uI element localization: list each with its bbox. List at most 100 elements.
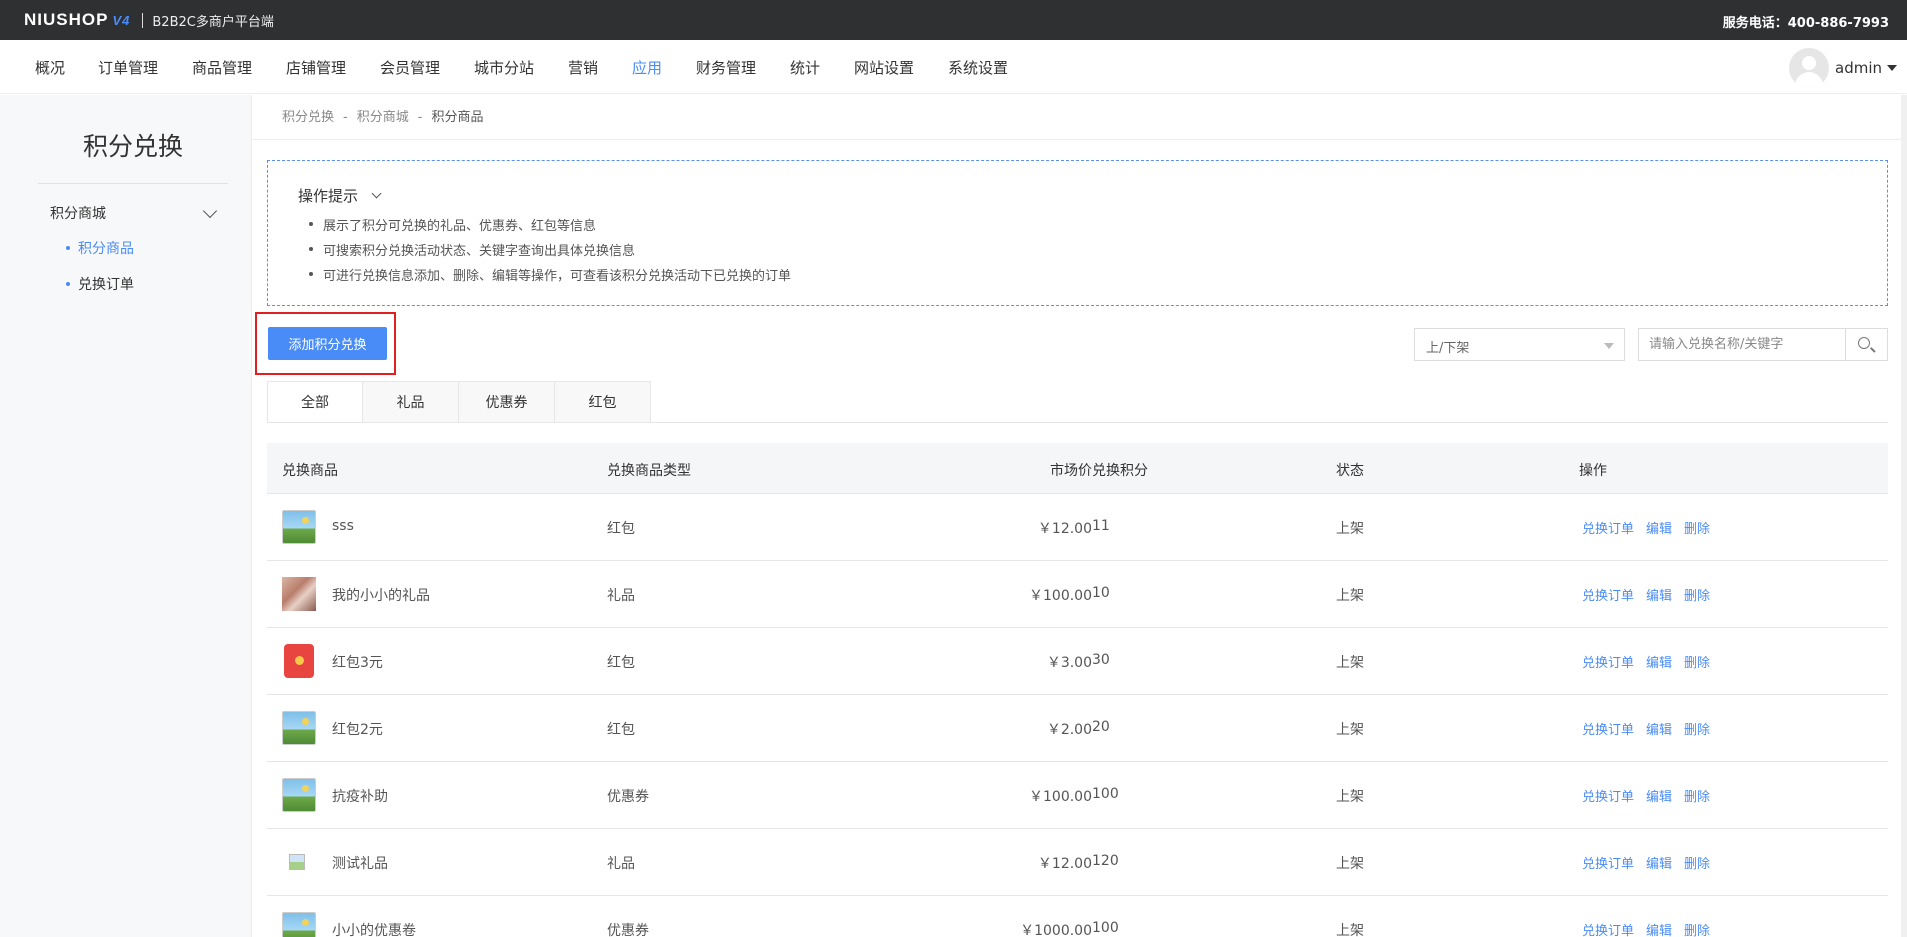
breadcrumb-item[interactable]: 积分兑换: [282, 110, 334, 125]
table-row: sss 红包 ￥12.00 11 上架 兑换订单 编辑 删除: [267, 494, 1888, 561]
market-price: ￥100.00: [1029, 588, 1092, 604]
table-row: 我的小小的礼品 礼品 ￥100.00 10 上架 兑换订单 编辑 删除: [267, 561, 1888, 628]
tab-coupon[interactable]: 优惠券: [459, 381, 555, 423]
delete-link[interactable]: 删除: [1684, 589, 1710, 604]
delete-link[interactable]: 删除: [1684, 522, 1710, 537]
view-orders-link[interactable]: 兑换订单: [1582, 924, 1634, 937]
tab-red-envelope[interactable]: 红包: [555, 381, 651, 423]
status: 上架: [1336, 722, 1364, 738]
status: 上架: [1336, 789, 1364, 805]
row-actions: 兑换订单 编辑 删除: [1582, 652, 1722, 671]
breadcrumb-current: 积分商品: [431, 110, 484, 125]
nav-item-finance[interactable]: 财务管理: [696, 57, 756, 78]
user-name: admin: [1835, 59, 1882, 77]
search-icon: [1858, 337, 1870, 349]
delete-link[interactable]: 删除: [1684, 857, 1710, 872]
row-actions: 兑换订单 编辑 删除: [1582, 786, 1722, 805]
row-actions: 兑换订单 编辑 删除: [1582, 585, 1722, 604]
dropdown-arrow-icon: [1604, 343, 1614, 349]
user-menu[interactable]: admin: [1789, 48, 1897, 88]
scrollbar[interactable]: [1901, 95, 1907, 937]
chevron-down-icon[interactable]: [202, 203, 218, 219]
status: 上架: [1336, 521, 1364, 537]
edit-link[interactable]: 编辑: [1646, 656, 1672, 671]
sidebar-group-points-mall[interactable]: 积分商城: [50, 203, 106, 223]
row-actions: 兑换订单 编辑 删除: [1582, 719, 1722, 738]
nav-item-city-sites[interactable]: 城市分站: [474, 57, 534, 78]
status: 上架: [1336, 856, 1364, 872]
tips-title[interactable]: 操作提示: [298, 185, 358, 206]
goods-name: sss: [332, 518, 354, 534]
breadcrumb-item[interactable]: 积分商城: [357, 110, 409, 125]
goods-type: 红包: [607, 722, 635, 738]
view-orders-link[interactable]: 兑换订单: [1582, 723, 1634, 738]
add-points-exchange-button[interactable]: 添加积分兑换: [268, 327, 387, 360]
delete-link[interactable]: 删除: [1684, 723, 1710, 738]
goods-name: 测试礼品: [332, 856, 388, 872]
edit-link[interactable]: 编辑: [1646, 589, 1672, 604]
sidebar-item-points-goods[interactable]: 积分商品: [66, 238, 134, 258]
exchange-points: 30: [1092, 652, 1110, 668]
chevron-down-icon[interactable]: [371, 188, 382, 199]
market-price: ￥3.00: [1046, 655, 1092, 671]
platform-subtitle: B2B2C多商户平台端: [152, 14, 274, 30]
market-price: ￥100.00: [1029, 789, 1092, 805]
row-actions: 兑换订单 编辑 删除: [1582, 853, 1722, 872]
logo-version: V4: [112, 13, 131, 28]
logo[interactable]: NIUSHOP V4: [24, 10, 130, 30]
market-price: ￥1000.00: [1020, 923, 1092, 937]
goods-name: 我的小小的礼品: [332, 588, 430, 604]
table-header: 兑换商品 兑换商品类型 市场价 兑换积分 状态 操作: [267, 443, 1888, 494]
goods-type: 优惠券: [607, 923, 649, 937]
nav-item-stats[interactable]: 统计: [790, 57, 820, 78]
nav-item-shops[interactable]: 店铺管理: [286, 57, 346, 78]
view-orders-link[interactable]: 兑换订单: [1582, 656, 1634, 671]
nav-item-site-settings[interactable]: 网站设置: [854, 57, 914, 78]
main-nav: 概况 订单管理 商品管理 店铺管理 会员管理 城市分站 营销 应用 财务管理 统…: [0, 40, 1907, 94]
edit-link[interactable]: 编辑: [1646, 857, 1672, 872]
nav-item-orders[interactable]: 订单管理: [98, 57, 158, 78]
nav-item-marketing[interactable]: 营销: [568, 57, 598, 78]
view-orders-link[interactable]: 兑换订单: [1582, 589, 1634, 604]
search-input[interactable]: [1639, 329, 1845, 360]
nav-item-goods[interactable]: 商品管理: [192, 57, 252, 78]
tab-all[interactable]: 全部: [267, 381, 363, 423]
edit-link[interactable]: 编辑: [1646, 723, 1672, 738]
column-header: 兑换商品类型: [607, 463, 691, 479]
status-select[interactable]: 上/下架: [1414, 328, 1625, 361]
logo-text: NIUSHOP: [24, 10, 109, 29]
service-phone: 服务电话：400-886-7993: [1722, 16, 1889, 31]
nav-item-members[interactable]: 会员管理: [380, 57, 440, 78]
table-row: 抗疫补助 优惠券 ￥100.00 100 上架 兑换订单 编辑 删除: [267, 762, 1888, 829]
breadcrumb: 积分兑换 - 积分商城 - 积分商品: [282, 110, 484, 125]
goods-type: 礼品: [607, 856, 635, 872]
nav-item-system-settings[interactable]: 系统设置: [948, 57, 1008, 78]
search-button[interactable]: [1845, 329, 1887, 360]
edit-link[interactable]: 编辑: [1646, 924, 1672, 937]
exchange-points: 11: [1092, 518, 1110, 534]
delete-link[interactable]: 删除: [1684, 790, 1710, 805]
placeholder-image-icon: [282, 510, 316, 544]
view-orders-link[interactable]: 兑换订单: [1582, 790, 1634, 805]
sidebar-item-exchange-orders[interactable]: 兑换订单: [66, 274, 134, 294]
row-actions: 兑换订单 编辑 删除: [1582, 920, 1722, 937]
tab-gift[interactable]: 礼品: [363, 381, 459, 423]
edit-link[interactable]: 编辑: [1646, 522, 1672, 537]
nav-item-apps[interactable]: 应用: [632, 57, 662, 78]
delete-link[interactable]: 删除: [1684, 656, 1710, 671]
row-actions: 兑换订单 编辑 删除: [1582, 518, 1722, 537]
view-orders-link[interactable]: 兑换订单: [1582, 857, 1634, 872]
market-price: ￥2.00: [1046, 722, 1092, 738]
view-orders-link[interactable]: 兑换订单: [1582, 522, 1634, 537]
edit-link[interactable]: 编辑: [1646, 790, 1672, 805]
broken-image-icon: [289, 854, 305, 870]
nav-item-overview[interactable]: 概况: [35, 57, 65, 78]
divider: [253, 139, 1907, 140]
tabs-divider: [267, 422, 1888, 423]
product-photo: [282, 577, 316, 611]
delete-link[interactable]: 删除: [1684, 924, 1710, 937]
logo-divider: [142, 12, 144, 28]
sidebar-item-label: 兑换订单: [78, 277, 134, 293]
goods-type: 红包: [607, 521, 635, 537]
column-header: 市场价: [1050, 463, 1092, 479]
